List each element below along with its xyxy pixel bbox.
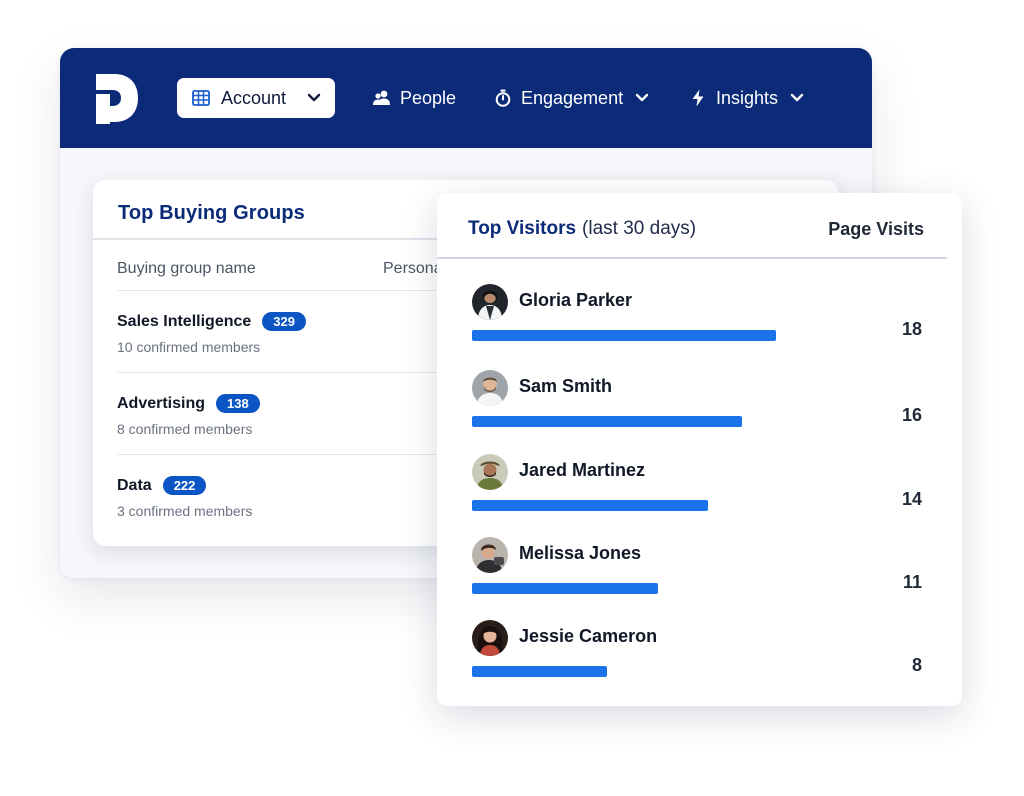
member-count-badge: 329 — [262, 312, 306, 331]
visitor-name: Gloria Parker — [519, 290, 633, 310]
top-visitors-title: Top Visitors — [468, 218, 577, 239]
card-title: Top Visitors (last 30 days) — [468, 218, 696, 240]
brand-logo — [96, 74, 138, 124]
avatar — [472, 454, 508, 490]
confirmed-members-text: 10 confirmed members — [117, 339, 261, 355]
avatar — [472, 537, 508, 573]
visitor-visits-bar — [472, 583, 658, 594]
visitor-visits-bar — [472, 500, 708, 511]
avatar — [472, 620, 508, 656]
chevron-down-icon — [307, 93, 321, 103]
top-visitors-card: Top Visitors (last 30 days) Page Visits G… — [437, 193, 962, 706]
member-count-badge: 138 — [216, 394, 260, 413]
nav-account-dropdown[interactable]: Account — [177, 78, 335, 118]
stopwatch-icon — [493, 88, 513, 108]
buying-group-row[interactable]: Data 222 3 confirmed members — [117, 476, 477, 558]
column-header-buying-group-name: Buying group name — [117, 260, 256, 277]
avatar — [472, 370, 508, 406]
buying-group-name: Advertising — [117, 394, 206, 412]
top-navigation-bar: Account People Engagement Insights — [60, 48, 872, 148]
visitor-name: Jessie Cameron — [519, 626, 658, 646]
building-icon — [191, 88, 211, 108]
card-title: Top Buying Groups — [118, 202, 305, 224]
visitor-visits-bar — [472, 330, 776, 341]
visitor-row[interactable]: Jessie Cameron 8 — [472, 620, 932, 690]
nav-insights-dropdown[interactable]: Insights — [688, 78, 804, 118]
column-header-page-visits: Page Visits — [828, 219, 924, 239]
top-visitors-subtitle: (last 30 days) — [582, 218, 697, 239]
visitor-name: Melissa Jones — [519, 543, 642, 563]
nav-people[interactable]: People — [372, 78, 456, 118]
buying-group-name: Data — [117, 476, 152, 494]
chevron-down-icon — [790, 93, 804, 103]
visitor-row[interactable]: Jared Martinez 14 — [472, 454, 932, 524]
visitor-name: Jared Martinez — [519, 460, 646, 480]
visitor-row[interactable]: Sam Smith 16 — [472, 370, 932, 440]
divider — [437, 257, 947, 259]
buying-group-row[interactable]: Sales Intelligence 329 10 confirmed memb… — [117, 312, 477, 394]
visitor-page-visits-count: 11 — [902, 572, 922, 592]
visitor-name: Sam Smith — [519, 376, 613, 396]
visitor-visits-bar — [472, 666, 607, 677]
people-icon — [372, 88, 392, 108]
buying-group-row[interactable]: Advertising 138 8 confirmed members — [117, 394, 477, 476]
chevron-down-icon — [635, 93, 649, 103]
visitor-row[interactable]: Gloria Parker 18 — [472, 284, 932, 354]
member-count-badge: 222 — [162, 476, 207, 495]
lightning-icon — [688, 88, 708, 108]
buying-group-name: Sales Intelligence — [117, 312, 252, 330]
nav-insights-label: Insights — [716, 87, 779, 108]
column-header-persona: Persona — [383, 260, 443, 277]
confirmed-members-text: 8 confirmed members — [117, 421, 253, 437]
nav-account-label: Account — [221, 87, 287, 108]
nav-engagement-label: Engagement — [521, 87, 624, 108]
confirmed-members-text: 3 confirmed members — [117, 503, 253, 519]
avatar — [472, 284, 508, 320]
visitor-page-visits-count: 8 — [911, 655, 922, 675]
nav-engagement-dropdown[interactable]: Engagement — [493, 78, 649, 118]
visitor-page-visits-count: 18 — [901, 319, 922, 339]
visitor-page-visits-count: 16 — [901, 405, 922, 425]
nav-people-label: People — [400, 87, 457, 108]
visitor-page-visits-count: 14 — [901, 489, 922, 509]
visitor-visits-bar — [472, 416, 742, 427]
visitor-row[interactable]: Melissa Jones 11 — [472, 537, 932, 607]
